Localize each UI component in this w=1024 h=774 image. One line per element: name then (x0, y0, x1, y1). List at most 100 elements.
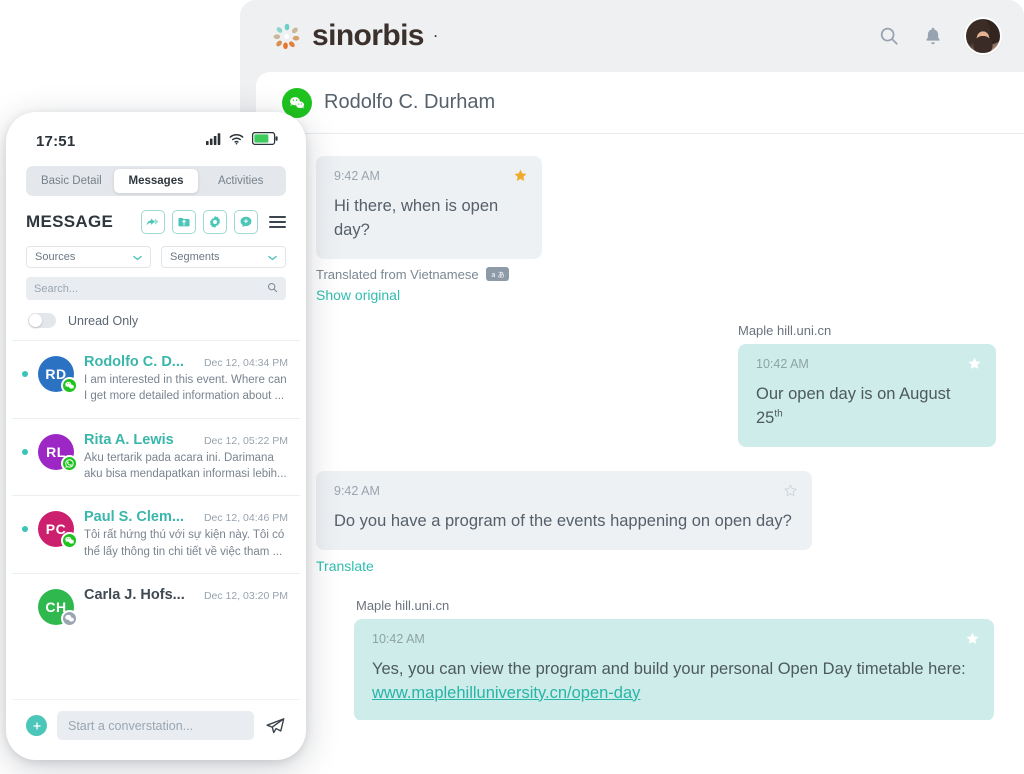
star-icon-filled-white[interactable] (965, 631, 980, 646)
message-date: Dec 12, 04:34 PM (203, 357, 288, 369)
message-sender-label: Maple hill.uni.cn (738, 322, 832, 338)
message-text: Our open day is on August 25th (756, 383, 978, 431)
conversation-contact-name: Rodolfo C. Durham (324, 91, 496, 113)
unread-only-toggle[interactable] (28, 313, 56, 328)
message-bubble-outgoing: 10:42 AM Yes, you can view the program a… (354, 618, 994, 720)
desktop-app-window: sinorbis · Rodolfo C. Durham 9:42 AM Hi … (240, 0, 1024, 720)
search-input[interactable] (34, 282, 267, 295)
message-snippet: Aku tertarik pada acara ini. Darimana ak… (84, 451, 287, 480)
wechat-icon (61, 532, 78, 550)
search-field[interactable] (26, 277, 286, 300)
translate-link[interactable]: Translate (316, 558, 374, 574)
message-link[interactable]: www.maplehilluniversity.cn/open-day (372, 684, 640, 702)
avatar: PC (38, 511, 78, 550)
list-item-body: Rodolfo C. D... Dec 12, 04:34 PM I am in… (84, 354, 288, 405)
message-timestamp: 9:42 AM (334, 169, 380, 183)
brand-logo: sinorbis · (272, 21, 438, 51)
contact-name: Rita A. Lewis (84, 431, 174, 448)
unread-indicator-dot (22, 526, 28, 533)
message-snippet: Tôi rất hứng thú với sự kiện này. Tôi có… (84, 529, 285, 558)
status-indicators (206, 131, 278, 150)
unread-only-label: Unread Only (68, 313, 139, 328)
status-time: 17:51 (36, 132, 76, 150)
message-text: Do you have a program of the events happ… (334, 511, 792, 530)
send-paper-plane-icon[interactable] (264, 715, 286, 737)
translate-badge-icon: aあ (485, 267, 509, 282)
bell-icon[interactable] (922, 25, 944, 47)
phone-screen: 17:51 Basic Detail Messages Activities M… (12, 118, 300, 754)
message-text-superscript: th (774, 408, 783, 420)
search-icon[interactable] (267, 280, 278, 298)
message-bubble-incoming: 9:42 AM Hi there, when is open day? (316, 156, 542, 259)
chevron-down-icon (268, 248, 277, 266)
message-date: Dec 12, 03:20 PM (203, 589, 288, 602)
app-header: sinorbis · (240, 0, 1024, 72)
search-icon[interactable] (878, 25, 900, 47)
message-bubble-outgoing: 10:42 AM Our open day is on August 25th (738, 343, 996, 447)
message-row: 9:42 AM Do you have a program of the eve… (316, 470, 996, 576)
brand-registered-mark: · (433, 29, 438, 43)
chevron-down-icon (133, 248, 142, 266)
show-original-link[interactable]: Show original (316, 287, 400, 303)
battery-icon (251, 131, 278, 150)
reply-all-icon[interactable] (141, 210, 165, 234)
panel-title: MESSAGE (26, 212, 114, 231)
new-message-icon[interactable] (234, 210, 258, 234)
star-icon-filled-white[interactable] (967, 356, 982, 371)
contact-name: Paul S. Clem... (84, 509, 184, 526)
whatsapp-icon (61, 454, 78, 472)
list-item[interactable]: PC Paul S. Clem... Dec 12, 04:46 PM Tôi … (12, 496, 300, 574)
settings-gear-icon[interactable] (203, 210, 227, 234)
screenshot-root: sinorbis · Rodolfo C. Durham 9:42 AM Hi … (0, 0, 1024, 774)
star-icon-outline[interactable] (783, 483, 798, 498)
message-bubble-incoming: 9:42 AM Do you have a program of the eve… (316, 470, 812, 550)
message-composer (12, 699, 300, 754)
conversation-panel: Rodolfo C. Durham 9:42 AM Hi there, when… (256, 72, 1024, 720)
contact-name: Rodolfo C. D... (84, 354, 184, 370)
message-text: Hi there, when is open day? (334, 197, 499, 239)
message-row: Maple hill.uni.cn 10:42 AM Yes, you can … (316, 598, 996, 720)
message-thread: 9:42 AM Hi there, when is open day? Tran… (256, 134, 1024, 720)
phone-status-bar: 17:51 (12, 118, 300, 164)
plus-icon[interactable] (26, 715, 47, 736)
composer-input-wrapper[interactable] (57, 711, 254, 740)
segments-dropdown[interactable]: Segments (161, 246, 286, 268)
unread-indicator-dot (22, 604, 28, 610)
list-item-body: Paul S. Clem... Dec 12, 04:46 PM Tôi rất… (84, 509, 288, 560)
message-text-main: Yes, you can view the program and build … (372, 659, 966, 678)
svg-text:あ: あ (497, 271, 504, 279)
list-item[interactable]: RD Rodolfo C. D... Dec 12, 04:34 PM I am… (12, 341, 300, 419)
unread-only-row: Unread Only (12, 300, 300, 341)
message-timestamp: 10:42 AM (756, 356, 809, 371)
message-text-main: Our open day is on August 25 (756, 384, 951, 427)
message-sender-label: Maple hill.uni.cn (356, 597, 450, 613)
hamburger-menu-icon[interactable] (269, 216, 286, 228)
message-row: Maple hill.uni.cn 10:42 AM Our open day … (316, 323, 996, 447)
tab-activities[interactable]: Activities (198, 169, 283, 193)
phone-tab-bar: Basic Detail Messages Activities (26, 166, 286, 196)
composer-input[interactable] (68, 718, 243, 733)
svg-text:a: a (491, 271, 495, 279)
header-actions (878, 19, 1000, 53)
conversation-list[interactable]: RD Rodolfo C. D... Dec 12, 04:34 PM I am… (12, 341, 300, 699)
conversation-header: Rodolfo C. Durham (256, 72, 1024, 134)
list-item-body: Rita A. Lewis Dec 12, 05:22 PM Aku terta… (84, 432, 288, 483)
user-avatar[interactable] (966, 19, 1000, 53)
signal-bars-icon (206, 132, 221, 150)
message-timestamp: 9:42 AM (334, 483, 380, 498)
tab-basic-detail[interactable]: Basic Detail (29, 169, 114, 193)
toggle-knob (29, 314, 42, 327)
message-snippet: I am interested in this event. Where can… (84, 374, 287, 403)
list-item[interactable]: CH Carla J. Hofs... Dec 12, 03:20 PM (12, 574, 300, 638)
unread-indicator-dot (22, 371, 28, 377)
list-item[interactable]: RL Rita A. Lewis Dec 12, 05:22 PM Aku te… (12, 419, 300, 497)
tab-messages[interactable]: Messages (113, 169, 199, 193)
sources-dropdown[interactable]: Sources (26, 246, 151, 268)
archive-icon[interactable] (172, 210, 196, 234)
list-item-header: Paul S. Clem... Dec 12, 04:46 PM (84, 509, 288, 525)
wechat-icon (61, 377, 78, 394)
list-item-header: Rita A. Lewis Dec 12, 05:22 PM (84, 432, 288, 448)
brand-name: sinorbis (312, 19, 424, 52)
star-icon-filled[interactable] (513, 168, 528, 183)
wechat-icon (61, 609, 78, 627)
